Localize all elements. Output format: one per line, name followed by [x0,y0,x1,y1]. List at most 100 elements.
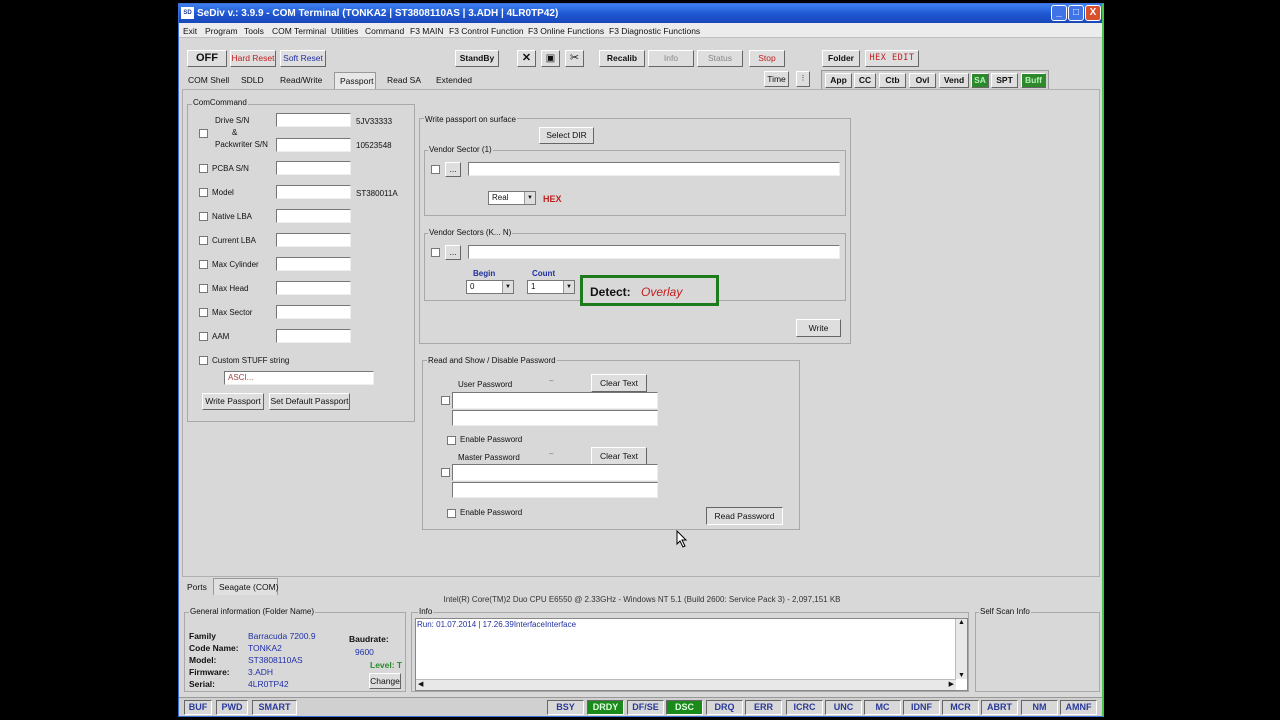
minimize-button[interactable]: _ [1051,5,1067,21]
max-sector-input[interactable] [276,305,351,319]
tab-seagate-com[interactable]: Seagate (COM) [213,578,279,595]
drive-sn-input[interactable] [276,113,351,127]
vendor-sectors-kn-browse[interactable]: ... [445,245,461,260]
vendor-sectors-kn-checkbox[interactable] [431,248,440,257]
native-lba-checkbox[interactable] [199,212,208,221]
model-input[interactable] [276,185,351,199]
off-button[interactable]: OFF [187,50,227,67]
info-title: Info [418,607,434,616]
max-cylinder-checkbox[interactable] [199,260,208,269]
set-default-passport-button[interactable]: Set Default Passport [269,393,350,410]
packwriter-input[interactable] [276,138,351,152]
folder-button[interactable]: Folder [822,50,860,67]
tab-passport[interactable]: Passport [334,72,376,89]
custom-stuff-label: Custom STUFF string [212,356,290,365]
max-head-checkbox[interactable] [199,284,208,293]
info-button[interactable]: Info [648,50,694,67]
standby-button[interactable]: StandBy [455,50,499,67]
mode-sa[interactable]: SA [971,73,989,88]
user-enable-password-checkbox[interactable] [447,436,456,445]
master-password-hex[interactable] [452,482,658,498]
change-button[interactable]: Change [369,673,401,689]
vendor-sector-1-browse[interactable]: ... [445,162,461,177]
aam-checkbox[interactable] [199,332,208,341]
master-password-checkbox[interactable] [441,468,450,477]
info-horizontal-scrollbar[interactable]: ◀ ▶ [416,679,956,690]
drive-sn-checkbox[interactable] [199,129,208,138]
vendor-sector-1-path[interactable] [468,162,840,176]
tab-com-shell[interactable]: COM Shell [188,72,229,89]
mode-vend[interactable]: Vend [939,73,969,88]
flag-mcr: MCR [942,700,979,715]
tab-sdld[interactable]: SDLD [241,72,264,89]
custom-stuff-checkbox[interactable] [199,356,208,365]
menu-exit[interactable]: Exit [183,26,197,36]
model-checkbox[interactable] [199,188,208,197]
tools-icon[interactable]: ✂ [565,50,584,67]
count-select[interactable]: 1 ▼ [527,280,575,294]
mode-spt[interactable]: SPT [991,73,1018,88]
tab-read-sa[interactable]: Read SA [387,72,421,89]
stop-button[interactable]: Stop [749,50,785,67]
write-passport-button[interactable]: Write Passport [202,393,264,410]
native-lba-input[interactable] [276,209,351,223]
save-icon[interactable]: ▣ [541,50,560,67]
tab-read-write[interactable]: Read/Write [280,72,322,89]
begin-select-value: 0 [470,282,475,291]
vendor-sectors-kn-path[interactable] [468,245,840,259]
menu-com-terminal[interactable]: COM Terminal [272,26,326,36]
master-password-input[interactable] [452,464,658,481]
flag-bsy: BSY [547,700,584,715]
mode-ovl[interactable]: Ovl [909,73,936,88]
close-icon[interactable]: ✕ [517,50,536,67]
max-cylinder-input[interactable] [276,257,351,271]
vendor-sector-1-checkbox[interactable] [431,165,440,174]
user-password-hex[interactable] [452,410,658,426]
current-lba-checkbox[interactable] [199,236,208,245]
mode-buff[interactable]: Buff [1021,73,1046,88]
menu-program[interactable]: Program [205,26,238,36]
info-vertical-scrollbar[interactable]: ▲ ▼ [955,619,967,679]
aam-input[interactable] [276,329,351,343]
spinner-arrows-icon[interactable]: ⋮ [796,71,810,87]
maximize-button[interactable]: □ [1068,5,1084,21]
hex-edit-button[interactable]: HEX EDIT [865,50,919,67]
mode-ctb[interactable]: Ctb [879,73,906,88]
menu-f3-diagnostic[interactable]: F3 Diagnostic Functions [609,26,700,36]
menu-f3-control[interactable]: F3 Control Function [449,26,524,36]
menu-utilities[interactable]: Utilities [331,26,358,36]
dropdown-arrow-icon: ▼ [563,281,574,293]
tab-extended[interactable]: Extended [436,72,472,89]
recalib-button[interactable]: Recalib [599,50,645,67]
mode-app[interactable]: App [825,73,852,88]
time-button[interactable]: Time [764,71,789,87]
menu-f3-online[interactable]: F3 Online Functions [528,26,604,36]
master-clear-text-button[interactable]: Clear Text [591,447,647,465]
current-lba-input[interactable] [276,233,351,247]
select-dir-button[interactable]: Select DIR [539,127,594,144]
max-sector-checkbox[interactable] [199,308,208,317]
title-bar[interactable]: SD SeDiv v.: 3.9.9 - COM Terminal (TONKA… [179,4,1102,23]
soft-reset-button[interactable]: Soft Reset [280,50,326,67]
custom-stuff-input[interactable]: ASCI... [224,371,374,385]
mode-cc[interactable]: CC [854,73,876,88]
max-head-input[interactable] [276,281,351,295]
menu-command[interactable]: Command [365,26,404,36]
user-clear-text-button[interactable]: Clear Text [591,374,647,392]
menu-f3-main[interactable]: F3 MAIN [410,26,444,36]
pcba-sn-checkbox[interactable] [199,164,208,173]
status-button[interactable]: Status [697,50,743,67]
master-enable-password-checkbox[interactable] [447,509,456,518]
menu-tools[interactable]: Tools [244,26,264,36]
info-log-box[interactable]: Run: 01.07.2014 | 17.26.39InterfaceInter… [415,618,968,691]
hard-reset-button[interactable]: Hard Reset [230,50,276,67]
write-button[interactable]: Write [796,319,841,337]
begin-select[interactable]: 0 ▼ [466,280,514,294]
user-password-input[interactable] [452,392,658,409]
tab-ports[interactable]: Ports [187,579,207,596]
user-password-checkbox[interactable] [441,396,450,405]
close-window-button[interactable]: X [1085,5,1101,21]
mode-select[interactable]: Real ▼ [488,191,536,205]
read-password-button[interactable]: Read Password [706,507,783,525]
pcba-sn-input[interactable] [276,161,351,175]
